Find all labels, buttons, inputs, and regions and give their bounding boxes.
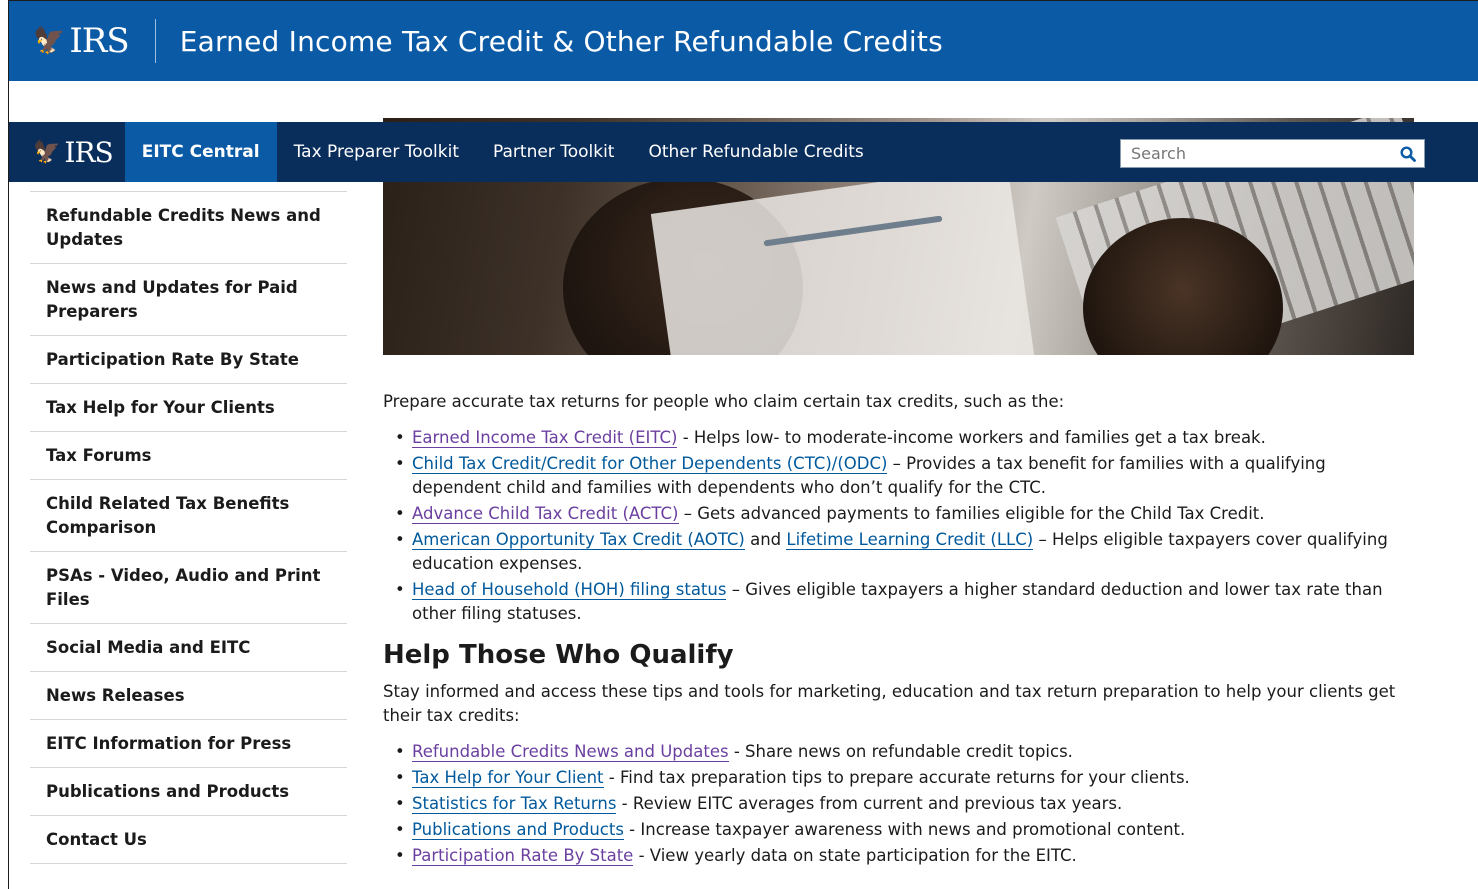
sidebar-item-press-info[interactable]: EITC Information for Press	[30, 720, 347, 768]
sidebar-item-news-releases[interactable]: News Releases	[30, 672, 347, 720]
list-item-text: – Gets advanced payments to families eli…	[678, 504, 1265, 523]
eitc-link[interactable]: Earned Income Tax Credit (EITC)	[412, 428, 678, 448]
list-item: Child Tax Credit/Credit for Other Depend…	[393, 452, 1414, 500]
publications-link[interactable]: Publications and Products	[412, 820, 624, 840]
sidebar-item-refundable-credits-news[interactable]: Refundable Credits News and Updates	[30, 192, 347, 264]
list-item: Participation Rate By State - View yearl…	[393, 844, 1414, 868]
list-item: Earned Income Tax Credit (EITC) - Helps …	[393, 426, 1414, 450]
nav-logo-text: IRS	[64, 135, 113, 169]
intro-text: Prepare accurate tax returns for people …	[383, 392, 1065, 411]
list-item: Refundable Credits News and Updates - Sh…	[393, 740, 1414, 764]
statistics-link[interactable]: Statistics for Tax Returns	[412, 794, 617, 814]
search-icon	[1400, 145, 1416, 162]
hoh-link[interactable]: Head of Household (HOH) filing status	[412, 580, 727, 600]
participation-rate-link[interactable]: Participation Rate By State	[412, 846, 634, 866]
sidebar-item-tax-help-clients[interactable]: Tax Help for Your Clients	[30, 384, 347, 432]
list-item: Statistics for Tax Returns - Review EITC…	[393, 792, 1414, 816]
sidebar: Refundable Credits News and Updates News…	[30, 191, 347, 864]
list-item-text: and	[744, 530, 787, 549]
sidebar-item-contact-us[interactable]: Contact Us	[30, 816, 347, 864]
list-item-text: - Find tax preparation tips to prepare a…	[603, 768, 1190, 787]
list-item: Advance Child Tax Credit (ACTC) – Gets a…	[393, 502, 1414, 526]
nav-other-refundable-credits[interactable]: Other Refundable Credits	[631, 122, 880, 182]
list-item: Tax Help for Your Client - Find tax prep…	[393, 766, 1414, 790]
tax-help-link[interactable]: Tax Help for Your Client	[412, 768, 604, 788]
list-item: Head of Household (HOH) filing status – …	[393, 578, 1414, 626]
llc-link[interactable]: Lifetime Learning Credit (LLC)	[786, 530, 1034, 550]
help-intro-text: Stay informed and access these tips and …	[383, 682, 1396, 725]
sidebar-item-paid-preparers-news[interactable]: News and Updates for Paid Preparers	[30, 264, 347, 336]
ctc-odc-link[interactable]: Child Tax Credit/Credit for Other Depend…	[412, 454, 888, 474]
list-item-text: - Share news on refundable credit topics…	[728, 742, 1073, 761]
main-content: Prepare accurate tax returns for people …	[383, 390, 1414, 880]
help-heading: Help Those Who Qualify	[383, 640, 734, 670]
sidebar-item-participation-rate[interactable]: Participation Rate By State	[30, 336, 347, 384]
sidebar-item-publications[interactable]: Publications and Products	[30, 768, 347, 816]
main-navbar: 🦅 IRS EITC Central Tax Preparer Toolkit …	[9, 122, 1478, 182]
list-item-text: - Helps low- to moderate-income workers …	[677, 428, 1266, 447]
nav-partner-toolkit[interactable]: Partner Toolkit	[476, 122, 631, 182]
nav-irs-logo[interactable]: 🦅 IRS	[33, 135, 114, 169]
sidebar-item-tax-forums[interactable]: Tax Forums	[30, 432, 347, 480]
aotc-link[interactable]: American Opportunity Tax Credit (AOTC)	[412, 530, 745, 550]
credits-list: Earned Income Tax Credit (EITC) - Helps …	[393, 426, 1414, 626]
eagle-icon: 🦅	[33, 26, 66, 56]
banner-title: Earned Income Tax Credit & Other Refunda…	[179, 24, 943, 58]
list-item: Publications and Products - Increase tax…	[393, 818, 1414, 842]
search-box	[1120, 139, 1425, 168]
tools-list: Refundable Credits News and Updates - Sh…	[393, 740, 1414, 868]
sidebar-item-psas[interactable]: PSAs - Video, Audio and Print Files	[30, 552, 347, 624]
eagle-icon: 🦅	[33, 139, 61, 165]
list-item-text: - Increase taxpayer awareness with news …	[623, 820, 1186, 839]
list-item-text: - Review EITC averages from current and …	[616, 794, 1123, 813]
nav-tax-preparer-toolkit[interactable]: Tax Preparer Toolkit	[277, 122, 476, 182]
actc-link[interactable]: Advance Child Tax Credit (ACTC)	[412, 504, 679, 524]
nav-eitc-central[interactable]: EITC Central	[124, 122, 277, 182]
top-banner: 🦅 IRS Earned Income Tax Credit & Other R…	[9, 1, 1478, 81]
sidebar-item-child-benefits-comparison[interactable]: Child Related Tax Benefits Comparison	[30, 480, 347, 552]
irs-logo-text: IRS	[69, 21, 129, 61]
search-button[interactable]	[1392, 140, 1424, 167]
sidebar-item-social-media[interactable]: Social Media and EITC	[30, 624, 347, 672]
list-item: American Opportunity Tax Credit (AOTC) a…	[393, 528, 1414, 576]
search-input[interactable]	[1121, 140, 1392, 167]
list-item-text: - View yearly data on state participatio…	[633, 846, 1077, 865]
banner-divider	[154, 19, 156, 63]
irs-logo[interactable]: 🦅 IRS	[33, 21, 130, 61]
refundable-news-link[interactable]: Refundable Credits News and Updates	[412, 742, 729, 762]
